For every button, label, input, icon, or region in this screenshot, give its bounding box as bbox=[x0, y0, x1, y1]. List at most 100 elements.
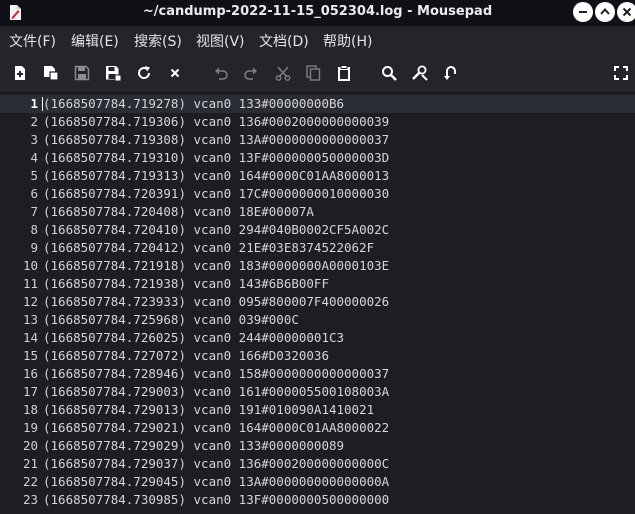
paste-icon bbox=[338, 65, 350, 81]
save-button[interactable] bbox=[73, 64, 91, 82]
text-line[interactable]: 17 (1668507784.729003) vcan0 161#00000550… bbox=[0, 383, 635, 401]
toolbar bbox=[0, 54, 635, 92]
close-document-button[interactable] bbox=[166, 64, 184, 82]
text-line[interactable]: 9 (1668507784.720412) vcan0 21E#03E837452… bbox=[0, 239, 635, 257]
maximize-icon bbox=[600, 7, 610, 15]
find-replace-button[interactable] bbox=[411, 64, 429, 82]
new-document-button[interactable] bbox=[11, 64, 29, 82]
text-line[interactable]: 16 (1668507784.728946) vcan0 158#00000000… bbox=[0, 365, 635, 383]
text-line[interactable]: 10 (1668507784.721918) vcan0 183#0000000A… bbox=[0, 257, 635, 275]
line-number: 17 bbox=[22, 384, 38, 399]
line-text[interactable]: (1668507784.729029) vcan0 133#0000000089 bbox=[43, 437, 344, 455]
text-line[interactable]: 7 (1668507784.720408) vcan0 18E#00007A bbox=[0, 203, 635, 221]
text-line[interactable]: 5 (1668507784.719313) vcan0 164#0000C01AA… bbox=[0, 167, 635, 185]
text-line[interactable]: 22 (1668507784.729045) vcan0 13A#00000000… bbox=[0, 473, 635, 491]
new-window-button[interactable] bbox=[42, 64, 60, 82]
menu-help[interactable]: 帮助(H) bbox=[323, 31, 372, 51]
line-number: 2 bbox=[30, 114, 38, 129]
line-text[interactable]: (1668507784.729003) vcan0 161#0000055001… bbox=[43, 383, 389, 401]
text-line[interactable]: 15 (1668507784.727072) vcan0 166#D0320036 bbox=[0, 347, 635, 365]
copy-button[interactable] bbox=[304, 64, 322, 82]
reload-button[interactable] bbox=[135, 64, 153, 82]
line-text[interactable]: (1668507784.720391) vcan0 17C#0000000010… bbox=[43, 185, 389, 203]
undo-button[interactable] bbox=[212, 64, 230, 82]
text-line[interactable]: 2 (1668507784.719306) vcan0 136#000200000… bbox=[0, 113, 635, 131]
line-text[interactable]: (1668507784.728946) vcan0 158#0000000000… bbox=[43, 365, 389, 383]
minimize-icon bbox=[579, 11, 587, 13]
save-icon bbox=[74, 65, 90, 81]
line-text[interactable]: (1668507784.720410) vcan0 294#040B0002CF… bbox=[43, 221, 389, 239]
line-text[interactable]: (1668507784.723933) vcan0 095#800007F400… bbox=[43, 293, 389, 311]
line-text[interactable]: (1668507784.719306) vcan0 136#0002000000… bbox=[43, 113, 389, 131]
line-number: 7 bbox=[30, 204, 38, 219]
line-number: 6 bbox=[30, 186, 38, 201]
line-text[interactable]: (1668507784.725968) vcan0 039#000C bbox=[43, 311, 299, 329]
text-cursor bbox=[42, 97, 43, 111]
line-number: 15 bbox=[22, 348, 38, 363]
line-text[interactable]: (1668507784.719278) vcan0 133#00000000B6 bbox=[43, 95, 344, 113]
paste-button[interactable] bbox=[335, 64, 353, 82]
menu-view[interactable]: 视图(V) bbox=[196, 31, 245, 51]
cut-button[interactable] bbox=[274, 64, 292, 82]
close-document-icon bbox=[170, 68, 180, 78]
text-line[interactable]: 19 (1668507784.729021) vcan0 164#0000C01A… bbox=[0, 419, 635, 437]
line-number: 19 bbox=[22, 420, 38, 435]
text-line[interactable]: 23 (1668507784.730985) vcan0 13F#00000005… bbox=[0, 491, 635, 509]
text-line[interactable]: 6 (1668507784.720391) vcan0 17C#000000001… bbox=[0, 185, 635, 203]
redo-icon bbox=[244, 67, 257, 80]
line-number: 9 bbox=[30, 240, 38, 255]
line-text[interactable]: (1668507784.720412) vcan0 21E#03E8374522… bbox=[43, 239, 374, 257]
text-line[interactable]: 20 (1668507784.729029) vcan0 133#00000000… bbox=[0, 437, 635, 455]
text-line[interactable]: 13 (1668507784.725968) vcan0 039#000C bbox=[0, 311, 635, 329]
line-number: 4 bbox=[30, 150, 38, 165]
menu-edit[interactable]: 编辑(E) bbox=[71, 31, 119, 51]
text-line[interactable]: 21 (1668507784.729037) vcan0 136#00020000… bbox=[0, 455, 635, 473]
line-text[interactable]: (1668507784.729037) vcan0 136#0002000000… bbox=[43, 455, 389, 473]
text-line[interactable]: 18 (1668507784.729013) vcan0 191#010090A1… bbox=[0, 401, 635, 419]
minimize-button[interactable] bbox=[573, 2, 593, 22]
save-as-icon bbox=[106, 66, 122, 82]
line-text[interactable]: (1668507784.721918) vcan0 183#0000000A00… bbox=[43, 257, 389, 275]
title-bar[interactable]: ~/candump-2022-11-15_052304.log - Mousep… bbox=[0, 0, 635, 26]
text-line[interactable]: 14 (1668507784.726025) vcan0 244#00000001… bbox=[0, 329, 635, 347]
text-line[interactable]: 8 (1668507784.720410) vcan0 294#040B0002C… bbox=[0, 221, 635, 239]
close-button[interactable] bbox=[617, 2, 635, 22]
redo-button[interactable] bbox=[242, 64, 260, 82]
text-line[interactable]: 3 (1668507784.719308) vcan0 13A#000000000… bbox=[0, 131, 635, 149]
text-line[interactable]: 12 (1668507784.723933) vcan0 095#800007F4… bbox=[0, 293, 635, 311]
maximize-button[interactable] bbox=[595, 2, 615, 22]
fullscreen-icon bbox=[614, 66, 628, 80]
line-text[interactable]: (1668507784.719313) vcan0 164#0000C01AA8… bbox=[43, 167, 389, 185]
save-as-button[interactable] bbox=[104, 64, 122, 82]
line-text[interactable]: (1668507784.719310) vcan0 13F#0000000500… bbox=[43, 149, 389, 167]
new-document-icon bbox=[15, 66, 25, 80]
text-line[interactable]: 4 (1668507784.719310) vcan0 13F#000000050… bbox=[0, 149, 635, 167]
close-icon bbox=[622, 7, 632, 17]
line-text[interactable]: (1668507784.729045) vcan0 13A#0000000000… bbox=[43, 473, 389, 491]
menu-document[interactable]: 文档(D) bbox=[259, 31, 309, 51]
line-number: 3 bbox=[30, 132, 38, 147]
line-text[interactable]: (1668507784.729021) vcan0 164#0000C01AA8… bbox=[43, 419, 389, 437]
goto-line-icon bbox=[444, 66, 456, 80]
goto-line-button[interactable] bbox=[441, 64, 459, 82]
line-number: 23 bbox=[22, 492, 38, 507]
new-window-icon bbox=[44, 66, 59, 81]
text-line[interactable]: 1 (1668507784.719278) vcan0 133#00000000B… bbox=[0, 95, 635, 113]
text-line[interactable]: 11 (1668507784.721938) vcan0 143#6B6B00FF bbox=[0, 275, 635, 293]
line-text[interactable]: (1668507784.730985) vcan0 13F#0000000500… bbox=[43, 491, 389, 509]
find-button[interactable] bbox=[380, 64, 398, 82]
line-text[interactable]: (1668507784.719308) vcan0 13A#0000000000… bbox=[43, 131, 389, 149]
line-number: 10 bbox=[22, 258, 38, 273]
line-text[interactable]: (1668507784.720408) vcan0 18E#00007A bbox=[43, 203, 314, 221]
menu-bar: 文件(F) 编辑(E) 搜索(S) 视图(V) 文档(D) 帮助(H) bbox=[0, 26, 635, 54]
line-text[interactable]: (1668507784.727072) vcan0 166#D0320036 bbox=[43, 347, 329, 365]
menu-search[interactable]: 搜索(S) bbox=[134, 31, 182, 51]
line-text[interactable]: (1668507784.729013) vcan0 191#010090A141… bbox=[43, 401, 374, 419]
line-number: 21 bbox=[22, 456, 38, 471]
fullscreen-button[interactable] bbox=[612, 64, 630, 82]
line-text[interactable]: (1668507784.726025) vcan0 244#00000001C3 bbox=[43, 329, 344, 347]
text-editor[interactable]: 1 (1668507784.719278) vcan0 133#00000000B… bbox=[0, 92, 635, 514]
menu-file[interactable]: 文件(F) bbox=[9, 31, 56, 51]
line-number: 12 bbox=[22, 294, 38, 309]
line-text[interactable]: (1668507784.721938) vcan0 143#6B6B00FF bbox=[43, 275, 329, 293]
